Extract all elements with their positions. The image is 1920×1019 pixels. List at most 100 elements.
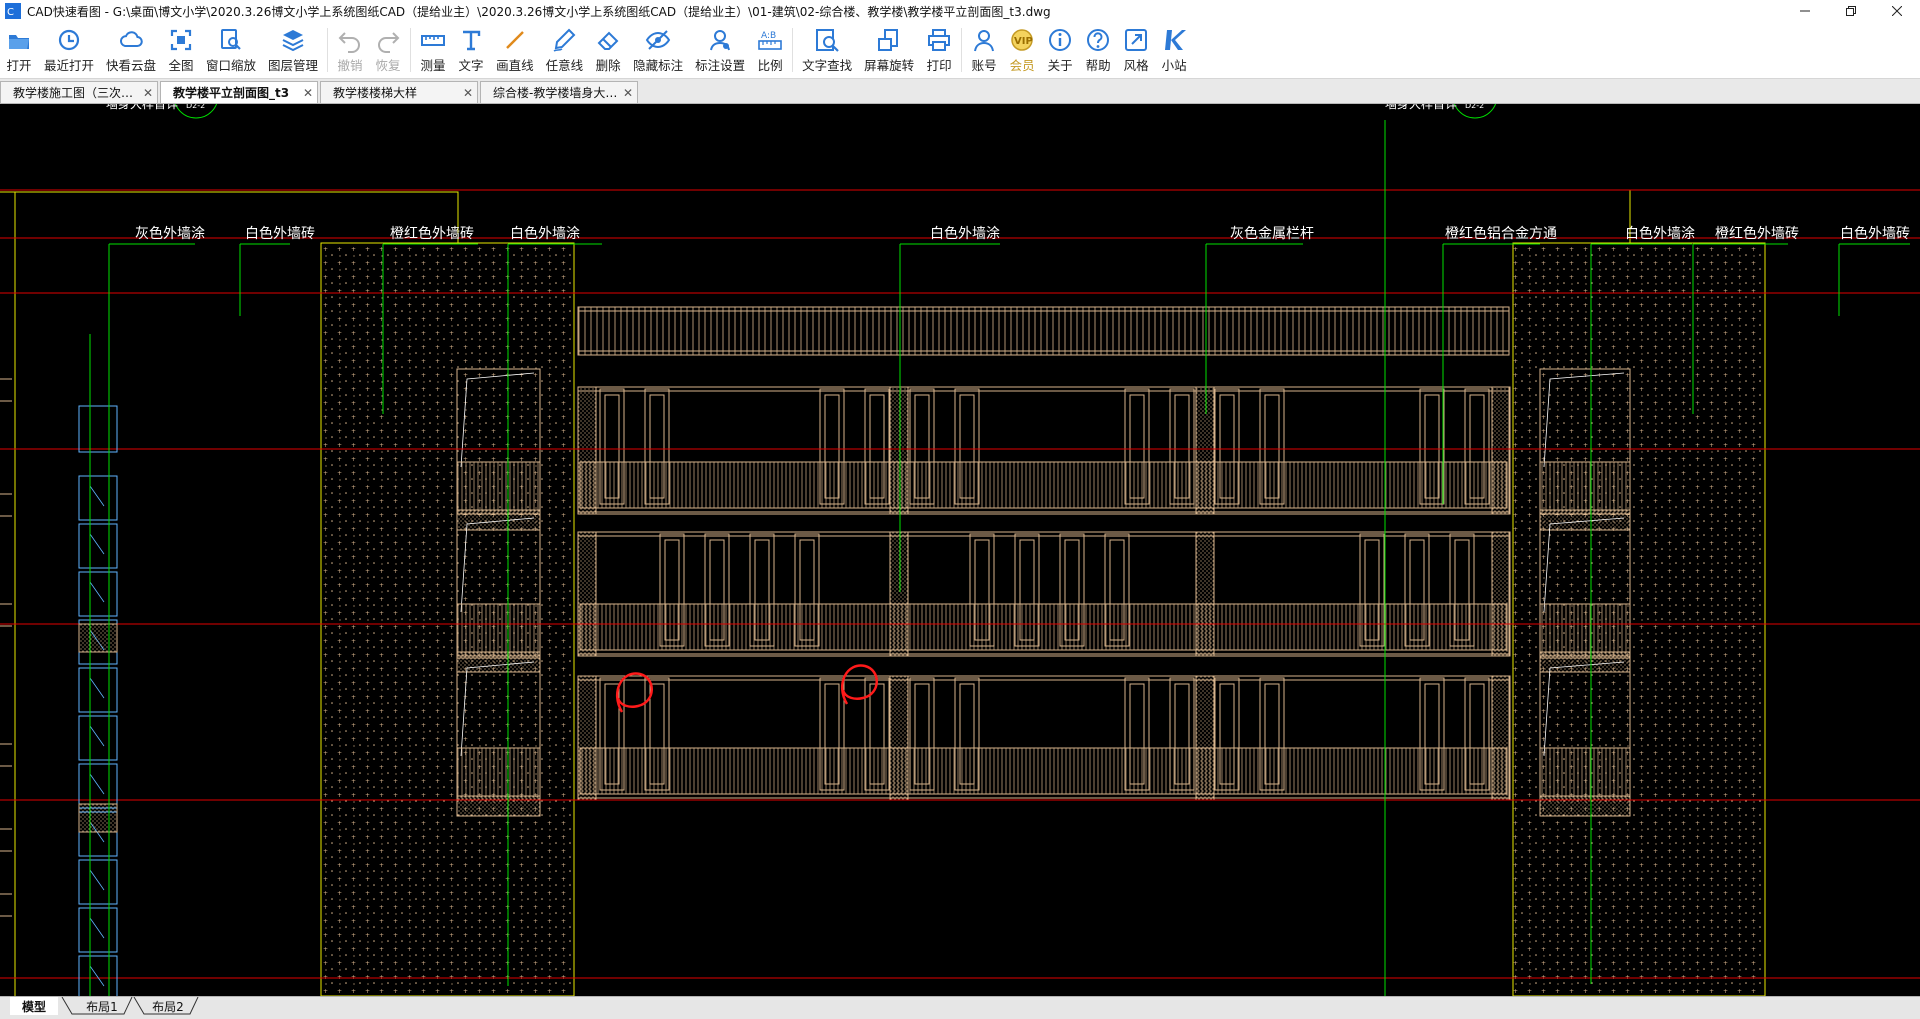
zoom-window-icon (221, 28, 241, 50)
svg-text:VIP: VIP (1014, 36, 1033, 47)
toolbar-button-rotate-screen[interactable]: 屏幕旋转 (858, 22, 920, 78)
toolbar-button-eraser[interactable]: 删除 (589, 22, 627, 78)
close-icon (1892, 6, 1902, 16)
layout-tab-model[interactable]: 模型 (10, 997, 58, 1015)
cloud-icon (120, 30, 143, 47)
detail-sheet: D2-2 (186, 104, 205, 110)
toolbar-button-label: 测量 (420, 57, 446, 73)
toolbar-button-clock[interactable]: 最近打开 (38, 22, 100, 78)
undo-icon (338, 31, 361, 53)
toolbar-button-label: 账号 (971, 57, 997, 73)
redo-icon (378, 31, 400, 53)
k-logo-icon (1165, 29, 1187, 50)
toolbar-button-text[interactable]: 文字 (452, 22, 490, 78)
document-tab[interactable]: 综合楼-教学楼墙身大… ✕ (480, 81, 638, 103)
material-annotation: 白色外墙涂 (1625, 225, 1695, 242)
close-tab-icon[interactable]: ✕ (619, 86, 637, 100)
toolbar-button-label: 隐藏标注 (633, 57, 684, 73)
layers-icon (282, 29, 304, 51)
layout-tab-2[interactable]: 布局2 (140, 997, 196, 1015)
title-bar: C CAD快速看图 - G:\桌面\博文小学\2020.3.26博文小学上系统图… (0, 0, 1920, 22)
material-annotation: 灰色金属栏杆 (1230, 225, 1314, 242)
toolbar-button-vip[interactable]: VIP 会员 (1003, 22, 1041, 78)
toolbar-button-fullview[interactable]: 全图 (162, 22, 200, 78)
fullview-icon (170, 29, 192, 50)
toolbar-button-label: 删除 (595, 57, 621, 73)
toolbar-button-text-search[interactable]: 文字查找 (796, 22, 858, 78)
toolbar-button-label: 关于 (1047, 57, 1073, 73)
restore-icon (1846, 6, 1856, 16)
material-annotation: 橙红色铝合金方通 (1445, 225, 1557, 242)
toolbar-button-label: 标注设置 (695, 57, 746, 73)
toolbar-button-redo[interactable]: 恢复 (369, 22, 407, 78)
close-tab-icon[interactable]: ✕ (299, 86, 317, 100)
toolbar-button-folder-open[interactable]: 打开 (0, 22, 38, 78)
style-icon (1125, 28, 1148, 51)
toolbar-button-label: 打开 (6, 57, 32, 73)
toolbar-button-label: 会员 (1009, 57, 1035, 73)
toolbar-button-label: 风格 (1123, 57, 1149, 73)
cad-drawing[interactable]: + 灰色外墙涂白色外墙砖橙红色外墙砖白色外墙涂白色外墙涂灰色金属栏杆橙红色铝合金… (0, 104, 1920, 996)
document-tab[interactable]: 教学楼楼梯大样 ✕ (320, 81, 478, 103)
toolbar-button-user[interactable]: 账号 (965, 22, 1003, 78)
toolbar-button-info[interactable]: 关于 (1041, 22, 1079, 78)
text-search-icon (816, 28, 839, 52)
close-tab-icon[interactable]: ✕ (139, 86, 157, 100)
document-tab-label: 教学楼楼梯大样 (333, 86, 418, 100)
toolbar-button-eye-hide[interactable]: 隐藏标注 (627, 22, 689, 78)
document-tab-label: 教学楼施工图（三次… (13, 86, 134, 100)
document-tab-label: 教学楼平立剖面图_t3 (173, 86, 290, 100)
toolbar-button-style[interactable]: 风格 (1117, 22, 1155, 78)
toolbar-button-scale[interactable]: A:B 比例 (751, 22, 789, 78)
toolbar-button-label: 帮助 (1085, 57, 1111, 73)
detail-sheet: D2-2 (1465, 104, 1484, 110)
toolbar-button-zoom-window[interactable]: 窗口缩放 (200, 22, 262, 78)
line-icon (505, 30, 524, 49)
toolbar-button-k-logo[interactable]: 小站 (1155, 22, 1193, 78)
help-icon (1087, 28, 1110, 51)
toolbar-button-label: 窗口缩放 (206, 57, 257, 73)
eye-hide-icon (645, 29, 671, 50)
toolbar-button-label: 文字 (458, 57, 484, 73)
toolbar-button-layers[interactable]: 图层管理 (262, 22, 324, 78)
freehand-markup[interactable] (841, 664, 878, 705)
annotation-settings-icon (710, 29, 731, 50)
material-annotation: 白色外墙砖 (1840, 225, 1910, 242)
toolbar-separator (410, 28, 412, 72)
window-title: CAD快速看图 - G:\桌面\博文小学\2020.3.26博文小学上系统图纸C… (27, 4, 1051, 19)
close-window-button[interactable] (1874, 0, 1920, 22)
toolbar-button-undo[interactable]: 撤销 (331, 22, 369, 78)
app-logo-icon: C (5, 3, 21, 19)
material-annotation: 白色外墙砖 (245, 225, 315, 242)
detail-reference-bubble: 7D2-2墙身大样首详 (1385, 104, 1497, 119)
toolbar-button-annotation-settings[interactable]: 标注设置 (689, 22, 751, 78)
toolbar-button-label: 全图 (168, 57, 194, 73)
layout-tab-bar: 模型 布局1 布局2 (0, 996, 1920, 1019)
toolbar-button-printer[interactable]: 打印 (920, 22, 958, 78)
folder-open-icon (9, 34, 29, 49)
toolbar-button-label: 比例 (757, 57, 783, 73)
document-tab[interactable]: 教学楼平立剖面图_t3 ✕ (160, 81, 318, 103)
toolbar-button-label: 快看云盘 (106, 57, 157, 73)
freehand-markup[interactable] (616, 672, 653, 713)
toolbar-button-label: 屏幕旋转 (864, 57, 915, 73)
toolbar-button-line[interactable]: 画直线 (490, 22, 540, 78)
main-toolbar: 打开 最近打开 快看云盘 全图 窗口缩放 图层管理 撤销 恢复 测量 文字 画直线 任意线 删除 隐藏标注… (0, 22, 1920, 79)
drawing-canvas[interactable]: + 灰色外墙涂白色外墙砖橙红色外墙砖白色外墙涂白色外墙涂灰色金属栏杆橙红色铝合金… (0, 104, 1920, 996)
ruler-icon (421, 34, 446, 46)
info-icon (1049, 28, 1072, 51)
toolbar-button-cloud[interactable]: 快看云盘 (100, 22, 162, 78)
toolbar-button-freehand[interactable]: 任意线 (540, 22, 590, 78)
toolbar-separator (327, 28, 329, 72)
document-tab[interactable]: 教学楼施工图（三次… ✕ (0, 81, 158, 103)
toolbar-button-help[interactable]: 帮助 (1079, 22, 1117, 78)
document-tab-label: 综合楼-教学楼墙身大… (493, 86, 618, 100)
detail-leader-text: 墙身大样首详 (106, 104, 178, 111)
layout-tab-1[interactable]: 布局1 (74, 997, 130, 1015)
close-tab-icon[interactable]: ✕ (459, 86, 477, 100)
toolbar-button-ruler[interactable]: 测量 (414, 22, 452, 78)
toolbar-button-label: 小站 (1161, 57, 1187, 73)
restore-button[interactable] (1828, 0, 1874, 22)
minimize-button[interactable] (1782, 0, 1828, 22)
rotate-screen-icon (878, 28, 899, 51)
